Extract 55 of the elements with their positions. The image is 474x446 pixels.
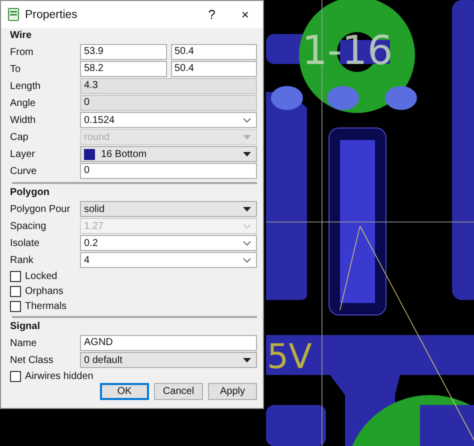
input-field[interactable]: 58.2 (80, 61, 166, 77)
chevron-icon (243, 240, 251, 246)
chevron-icon (243, 118, 251, 122)
field-label: Layer (10, 148, 36, 160)
checkbox[interactable] (10, 270, 21, 282)
dialog-button[interactable]: Apply (208, 383, 257, 400)
chevron-icon (243, 258, 251, 262)
caret-icon (243, 134, 251, 140)
combo-box[interactable]: 0.1524 (80, 112, 257, 128)
caret-icon (243, 206, 251, 212)
dropdown[interactable]: 16 Bottom (80, 146, 257, 162)
caret-icon (243, 152, 251, 156)
checkbox-label: Locked (25, 270, 58, 282)
checkbox[interactable] (10, 370, 21, 382)
input-field[interactable]: 50.4 (170, 44, 257, 60)
input-field[interactable]: 50.4 (170, 61, 257, 77)
combo-box[interactable]: 4 (80, 252, 257, 268)
field-label: Net Class (10, 354, 54, 366)
dialog-button[interactable]: Cancel (154, 383, 203, 400)
dialog-button[interactable]: OK (100, 383, 149, 400)
checkbox-label: Airwires hidden (25, 370, 94, 382)
input-field[interactable]: AGND (80, 335, 257, 351)
input-field[interactable]: 0 (80, 95, 257, 111)
help-button[interactable]: ? (202, 7, 222, 22)
checkbox[interactable] (10, 286, 21, 296)
close-button[interactable]: × (235, 7, 255, 22)
section-heading: Polygon (10, 186, 50, 200)
field-label: Width (10, 114, 37, 126)
combo-box[interactable]: 0.2 (80, 235, 257, 251)
field-label: From (10, 46, 34, 58)
net-label: 5V (267, 337, 312, 377)
input-field[interactable]: 53.9 (80, 44, 166, 60)
chevron-icon (243, 224, 251, 228)
checkbox[interactable] (10, 300, 21, 312)
checkbox-label: Thermals (25, 300, 67, 312)
input-field[interactable]: 4.3 (80, 78, 257, 94)
section-heading: Wire (10, 29, 33, 43)
field-label: Isolate (10, 238, 40, 248)
field-label: Curve (10, 166, 38, 176)
field-label: Cap (10, 132, 30, 142)
field-label: Polygon Pour (10, 204, 72, 214)
field-label: Spacing (10, 220, 48, 232)
input-field[interactable]: 0 (80, 163, 257, 179)
section-heading: Signal (10, 320, 42, 334)
checkbox-label: Orphans (25, 286, 64, 296)
field-label: Rank (10, 254, 34, 266)
window-title: Properties (25, 8, 78, 20)
field-label: To (10, 64, 22, 74)
field-label: Angle (10, 98, 37, 108)
field-label: Length (10, 80, 42, 92)
dropdown[interactable]: solid (80, 201, 257, 217)
dropdown[interactable]: 0 default (80, 352, 257, 368)
field-label: Name (10, 338, 38, 348)
caret-icon (243, 358, 251, 362)
document-icon (8, 8, 19, 21)
